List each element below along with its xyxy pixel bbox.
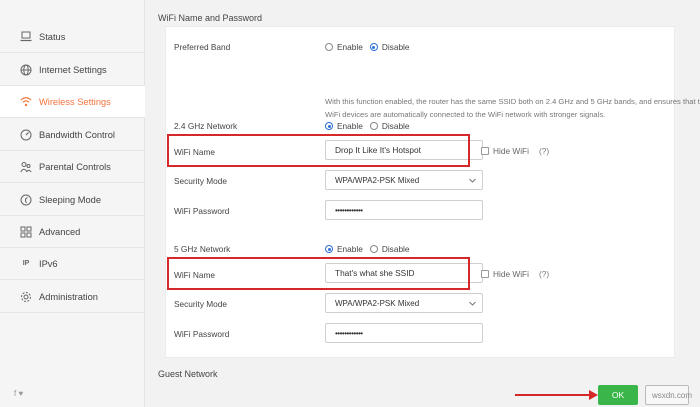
hide-wifi-label: Hide WiFi bbox=[493, 269, 529, 279]
preferred-band-radios: Enable Disable bbox=[325, 42, 417, 52]
sidebar-item-parental-controls[interactable]: Parental Controls bbox=[0, 151, 145, 183]
parental-icon bbox=[20, 161, 32, 173]
band-5-security-label: Security Mode bbox=[174, 299, 228, 309]
gear-icon bbox=[20, 291, 32, 303]
watermark: wsxdn.com bbox=[652, 391, 693, 400]
radio-label: Enable bbox=[337, 244, 363, 254]
band-24-hide-wifi[interactable]: Hide WiFi (?) bbox=[481, 146, 549, 156]
wifi-icon bbox=[20, 96, 32, 108]
band-5-password-label: WiFi Password bbox=[174, 329, 230, 339]
sidebar-item-bandwidth-control[interactable]: Bandwidth Control bbox=[0, 119, 145, 151]
annotation-arrow bbox=[515, 394, 593, 396]
band-24-password-label: WiFi Password bbox=[174, 206, 230, 216]
chevron-down-icon bbox=[468, 176, 477, 185]
hide-wifi-label: Hide WiFi bbox=[493, 146, 529, 156]
sleep-icon bbox=[20, 194, 32, 206]
sidebar: Status Internet Settings Wireless Settin… bbox=[0, 0, 145, 407]
sidebar-item-advanced[interactable]: Advanced bbox=[0, 216, 145, 248]
band-5-security-select[interactable]: WPA/WPA2-PSK Mixed bbox=[325, 293, 483, 313]
band-24-radios: Enable Disable bbox=[325, 121, 417, 131]
band-24-password-input[interactable]: •••••••••••• bbox=[325, 200, 483, 220]
band-5-label: 5 GHz Network bbox=[174, 244, 231, 254]
select-value: WPA/WPA2-PSK Mixed bbox=[335, 175, 420, 185]
preferred-band-description: With this function enabled, the router h… bbox=[325, 97, 700, 119]
ok-button[interactable]: OK bbox=[598, 385, 638, 405]
sidebar-item-administration[interactable]: Administration bbox=[0, 281, 145, 313]
sidebar-item-label: Internet Settings bbox=[39, 64, 107, 75]
band-24-label: 2.4 GHz Network bbox=[174, 121, 238, 131]
hide-wifi-checkbox[interactable] bbox=[481, 147, 489, 155]
band-5-disable-radio[interactable] bbox=[369, 245, 378, 253]
help-icon[interactable]: (?) bbox=[539, 269, 549, 279]
annotation-arrow-head bbox=[589, 390, 598, 400]
preferred-band-enable-radio[interactable] bbox=[325, 43, 333, 51]
help-icon[interactable]: (?) bbox=[539, 146, 549, 156]
sidebar-item-label: Parental Controls bbox=[39, 161, 111, 172]
sidebar-item-ipv6[interactable]: IP IPv6 bbox=[0, 248, 145, 280]
gauge-icon bbox=[20, 129, 32, 141]
radio-label: Enable bbox=[337, 121, 363, 131]
sidebar-item-label: Administration bbox=[39, 291, 98, 302]
ipv6-icon: IP bbox=[22, 260, 30, 267]
sidebar-item-status[interactable]: Status bbox=[0, 21, 145, 53]
radio-label: Disable bbox=[381, 42, 410, 52]
hide-wifi-checkbox[interactable] bbox=[481, 270, 489, 278]
sidebar-item-label: Wireless Settings bbox=[39, 96, 111, 107]
sidebar-item-label: Bandwidth Control bbox=[39, 129, 115, 140]
social-links[interactable]: f ♥ bbox=[14, 389, 23, 398]
sidebar-item-label: Advanced bbox=[39, 226, 81, 237]
guest-network-title: Guest Network bbox=[158, 369, 218, 379]
band-24-security-select[interactable]: WPA/WPA2-PSK Mixed bbox=[325, 170, 483, 190]
chevron-down-icon bbox=[468, 299, 477, 308]
sidebar-item-label: Status bbox=[39, 31, 66, 42]
sidebar-item-sleeping-mode[interactable]: Sleeping Mode bbox=[0, 184, 145, 216]
preferred-band-disable-radio[interactable] bbox=[369, 43, 378, 51]
highlight-box bbox=[167, 134, 470, 167]
sidebar-item-wireless-settings[interactable]: Wireless Settings bbox=[0, 86, 145, 118]
radio-label: Enable bbox=[337, 42, 363, 52]
sidebar-item-label: Sleeping Mode bbox=[39, 194, 102, 205]
select-value: WPA/WPA2-PSK Mixed bbox=[335, 298, 420, 308]
band-5-hide-wifi[interactable]: Hide WiFi (?) bbox=[481, 269, 549, 279]
radio-label: Disable bbox=[381, 121, 410, 131]
wifi-settings-panel: Preferred Band Enable Disable With this … bbox=[165, 26, 700, 358]
sidebar-item-label: IPv6 bbox=[39, 258, 58, 269]
highlight-box bbox=[167, 257, 470, 290]
radio-label: Disable bbox=[381, 244, 410, 254]
band-5-enable-radio[interactable] bbox=[325, 245, 333, 253]
band-5-radios: Enable Disable bbox=[325, 244, 417, 254]
band-24-enable-radio[interactable] bbox=[325, 122, 333, 130]
grid-icon bbox=[20, 226, 32, 238]
main-content: WiFi Name and Password Preferred Band En… bbox=[146, 0, 700, 407]
band-24-security-label: Security Mode bbox=[174, 176, 228, 186]
laptop-icon bbox=[20, 31, 32, 43]
band-24-disable-radio[interactable] bbox=[369, 122, 378, 130]
section-title: WiFi Name and Password bbox=[158, 13, 263, 23]
sidebar-item-internet-settings[interactable]: Internet Settings bbox=[0, 54, 145, 86]
globe-icon bbox=[20, 64, 32, 76]
band-5-password-input[interactable]: •••••••••••• bbox=[325, 323, 483, 343]
preferred-band-label: Preferred Band bbox=[174, 42, 231, 52]
